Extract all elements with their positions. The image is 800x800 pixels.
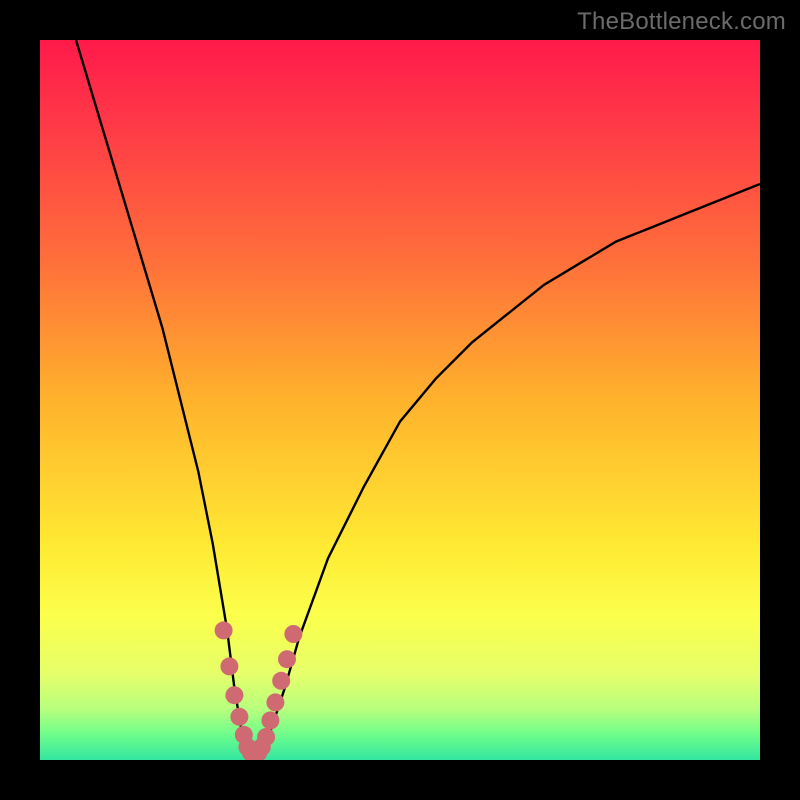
valley-marker [215, 621, 233, 639]
valley-marker [220, 657, 238, 675]
valley-marker [272, 672, 290, 690]
valley-marker [284, 625, 302, 643]
valley-marker [230, 708, 248, 726]
bottleneck-curve [76, 40, 760, 760]
plot-area [40, 40, 760, 760]
chart-frame: TheBottleneck.com [0, 0, 800, 800]
attribution-text: TheBottleneck.com [577, 8, 786, 36]
valley-marker [257, 728, 275, 746]
valley-marker [261, 711, 279, 729]
curve-layer [40, 40, 760, 760]
valley-marker [266, 693, 284, 711]
valley-marker [225, 686, 243, 704]
valley-marker [278, 650, 296, 668]
